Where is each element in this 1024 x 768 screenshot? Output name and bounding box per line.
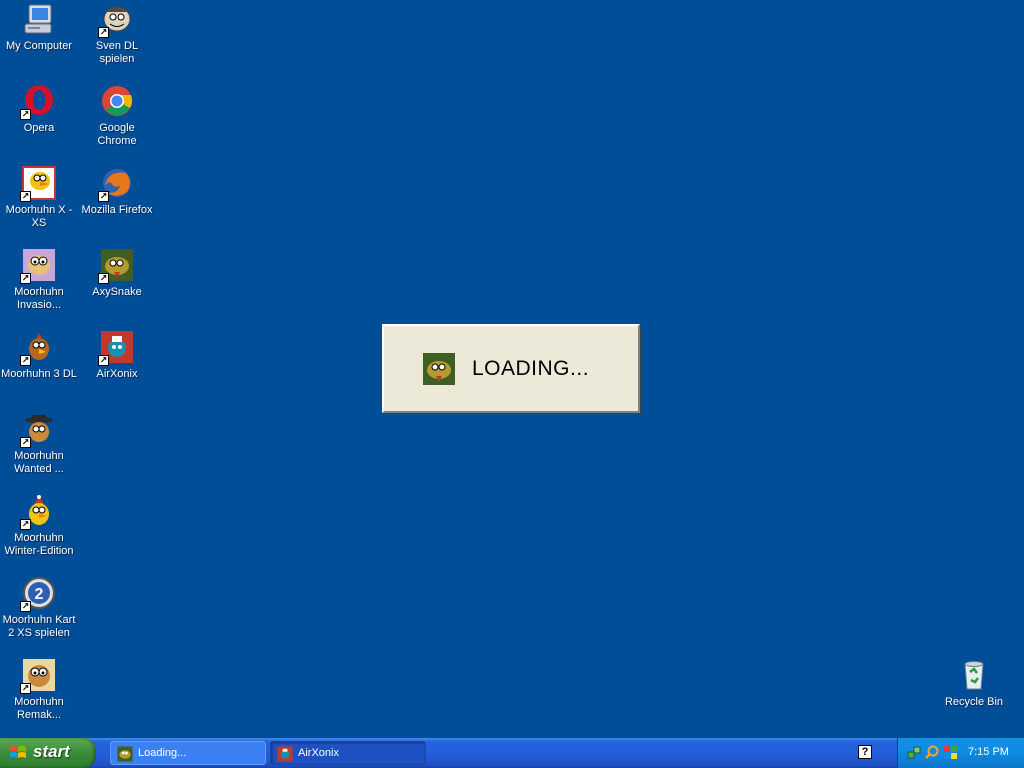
shortcut-arrow-icon: ↗ (98, 27, 109, 38)
desktop-icon-label: Opera (23, 122, 55, 134)
search-icon[interactable] (925, 745, 940, 760)
desktop-icon-label: Moorhuhn Remak... (14, 696, 64, 721)
desktop-icon-airxonix[interactable]: ↗ AirXonix (78, 330, 156, 381)
moorhuhn-kart-icon: 2 ↗ (20, 576, 56, 612)
desktop-icon-sven[interactable]: ↗ Sven DL spielen (78, 2, 156, 66)
opera-icon: ↗ (20, 84, 56, 120)
airxonix-icon: ↗ (98, 330, 134, 366)
system-tray: 7:15 PM (897, 738, 1024, 768)
shortcut-arrow-icon: ↗ (98, 355, 109, 366)
desktop-icon-firefox[interactable]: ↗ Mozilla Firefox (78, 166, 156, 217)
desktop-icon-label: Recycle Bin (944, 696, 1004, 708)
taskbar-button-loading[interactable]: Loading... (110, 741, 266, 765)
recycle-bin-icon (957, 658, 991, 692)
axysnake-icon (117, 746, 133, 762)
desktop-icon-label: AxySnake (92, 286, 142, 298)
axysnake-icon: ↗ (98, 248, 134, 284)
sven-icon: ↗ (98, 2, 134, 38)
taskbar-button-label: Loading... (138, 747, 187, 759)
shortcut-arrow-icon: ↗ (20, 109, 31, 120)
help-icon[interactable]: ? (858, 745, 872, 759)
loading-text: LOADING... (472, 357, 590, 380)
moorhuhn-icon: ↗ (20, 166, 56, 202)
moorhuhn-winter-icon: ↗ (20, 494, 56, 530)
shortcut-arrow-icon: ↗ (20, 519, 31, 530)
desktop-icon-moorhuhn-x[interactable]: ↗ Moorhuhn X - XS (0, 166, 78, 230)
desktop-icon-label: Moorhuhn 3 DL (1, 368, 77, 380)
moorhuhn-remake-icon: ↗ (20, 658, 56, 694)
taskbar-button-airxonix[interactable]: AirXonix (270, 741, 426, 765)
desktop-icon-moorhuhn-wanted[interactable]: ↗ Moorhuhn Wanted ... (0, 412, 78, 476)
desktop-icon-label: Moorhuhn Kart 2 XS spielen (2, 614, 76, 639)
shortcut-arrow-icon: ↗ (98, 273, 109, 284)
airxonix-icon (277, 746, 293, 762)
desktop-icon-moorhuhn-remake[interactable]: ↗ Moorhuhn Remak... (0, 658, 78, 722)
desktop-icon-label: My Computer (5, 40, 73, 52)
desktop-icon-label: AirXonix (96, 368, 138, 380)
desktop-icon-moorhuhn-kart[interactable]: 2 ↗ Moorhuhn Kart 2 XS spielen (0, 576, 78, 640)
windows-flag-icon (9, 745, 27, 761)
moorhuhn-invasion-icon: ↗ (20, 248, 56, 284)
clock[interactable]: 7:15 PM (968, 746, 1009, 758)
shortcut-arrow-icon: ↗ (20, 273, 31, 284)
desktop-icon-my-computer[interactable]: My Computer (0, 2, 78, 53)
moorhuhn-wanted-icon: ↗ (20, 412, 56, 448)
desktop-icon-label: Moorhuhn Invasio... (14, 286, 64, 311)
shortcut-arrow-icon: ↗ (20, 683, 31, 694)
desktop-icon-label: Sven DL spielen (95, 40, 139, 65)
start-label: start (33, 742, 70, 761)
start-button[interactable]: start (0, 738, 96, 768)
shortcut-arrow-icon: ↗ (98, 191, 109, 202)
desktop: My Computer ↗ Opera ↗ Moorhuhn X - XS ↗ … (0, 0, 1024, 738)
desktop-icon-moorhuhn-winter[interactable]: ↗ Moorhuhn Winter-Edition (0, 494, 78, 558)
shortcut-arrow-icon: ↗ (20, 437, 31, 448)
taskbar-button-label: AirXonix (298, 747, 339, 759)
display-icon[interactable] (943, 745, 958, 760)
desktop-icon-moorhuhn-invasion[interactable]: ↗ Moorhuhn Invasio... (0, 248, 78, 312)
desktop-icon-label: Moorhuhn Winter-Edition (4, 532, 74, 557)
desktop-icon-axysnake[interactable]: ↗ AxySnake (78, 248, 156, 299)
my-computer-icon (22, 2, 56, 36)
axysnake-icon (422, 352, 456, 386)
shortcut-arrow-icon: ↗ (20, 601, 31, 612)
desktop-icon-label: Moorhuhn X - XS (5, 204, 73, 229)
firefox-icon: ↗ (98, 166, 134, 202)
chrome-icon (100, 84, 134, 118)
desktop-icon-moorhuhn-3[interactable]: ↗ Moorhuhn 3 DL (0, 330, 78, 381)
network-icon[interactable] (907, 745, 922, 760)
desktop-icon-recycle-bin[interactable]: Recycle Bin (935, 658, 1013, 709)
loading-dialog: LOADING... (382, 324, 640, 413)
moorhuhn-3-icon: ↗ (20, 330, 56, 366)
shortcut-arrow-icon: ↗ (20, 355, 31, 366)
desktop-icon-label: Google Chrome (97, 122, 137, 147)
desktop-icon-label: Moorhuhn Wanted ... (14, 450, 64, 475)
desktop-icon-chrome[interactable]: Google Chrome (78, 84, 156, 148)
desktop-icon-label: Mozilla Firefox (81, 204, 153, 216)
shortcut-arrow-icon: ↗ (20, 191, 31, 202)
taskbar: start Loading... AirXonix ? 7:15 PM (0, 738, 1024, 768)
svg-text:2: 2 (35, 586, 44, 603)
desktop-icon-opera[interactable]: ↗ Opera (0, 84, 78, 135)
